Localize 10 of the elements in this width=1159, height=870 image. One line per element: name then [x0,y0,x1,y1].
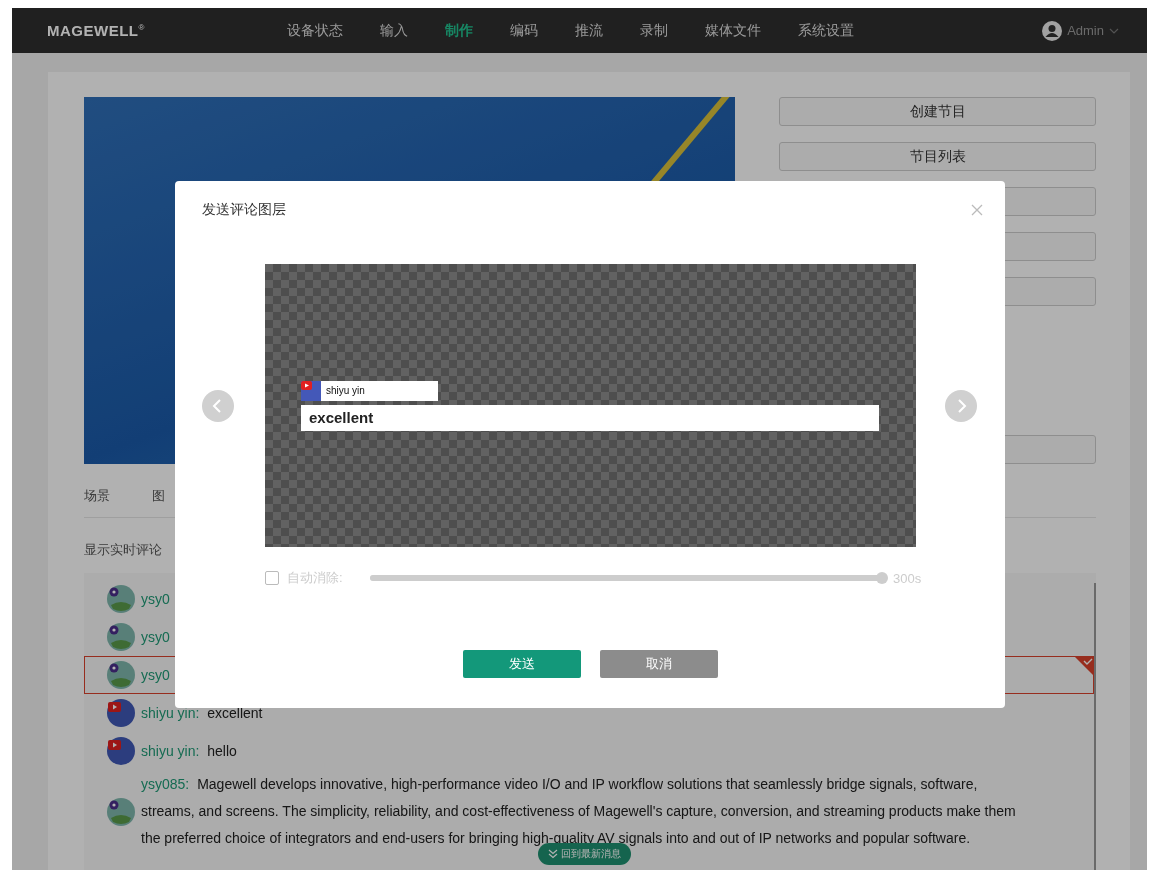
comment-author: ysy0 [141,589,170,609]
dialog-title: 发送评论图层 [202,201,286,219]
preview-author: shiyu yin [321,381,438,401]
preview-message: excellent [301,405,879,431]
comment-author: ysy0 [141,627,170,647]
logo: MAGEWELL$^{®}$ [47,22,146,39]
comment-text: shiyu yin: excellent [141,703,263,723]
section-label: 显示实时评论 [84,541,163,559]
comment-author: ysy0 [141,665,170,685]
comment-text: shiyu yin: hello [141,741,237,761]
